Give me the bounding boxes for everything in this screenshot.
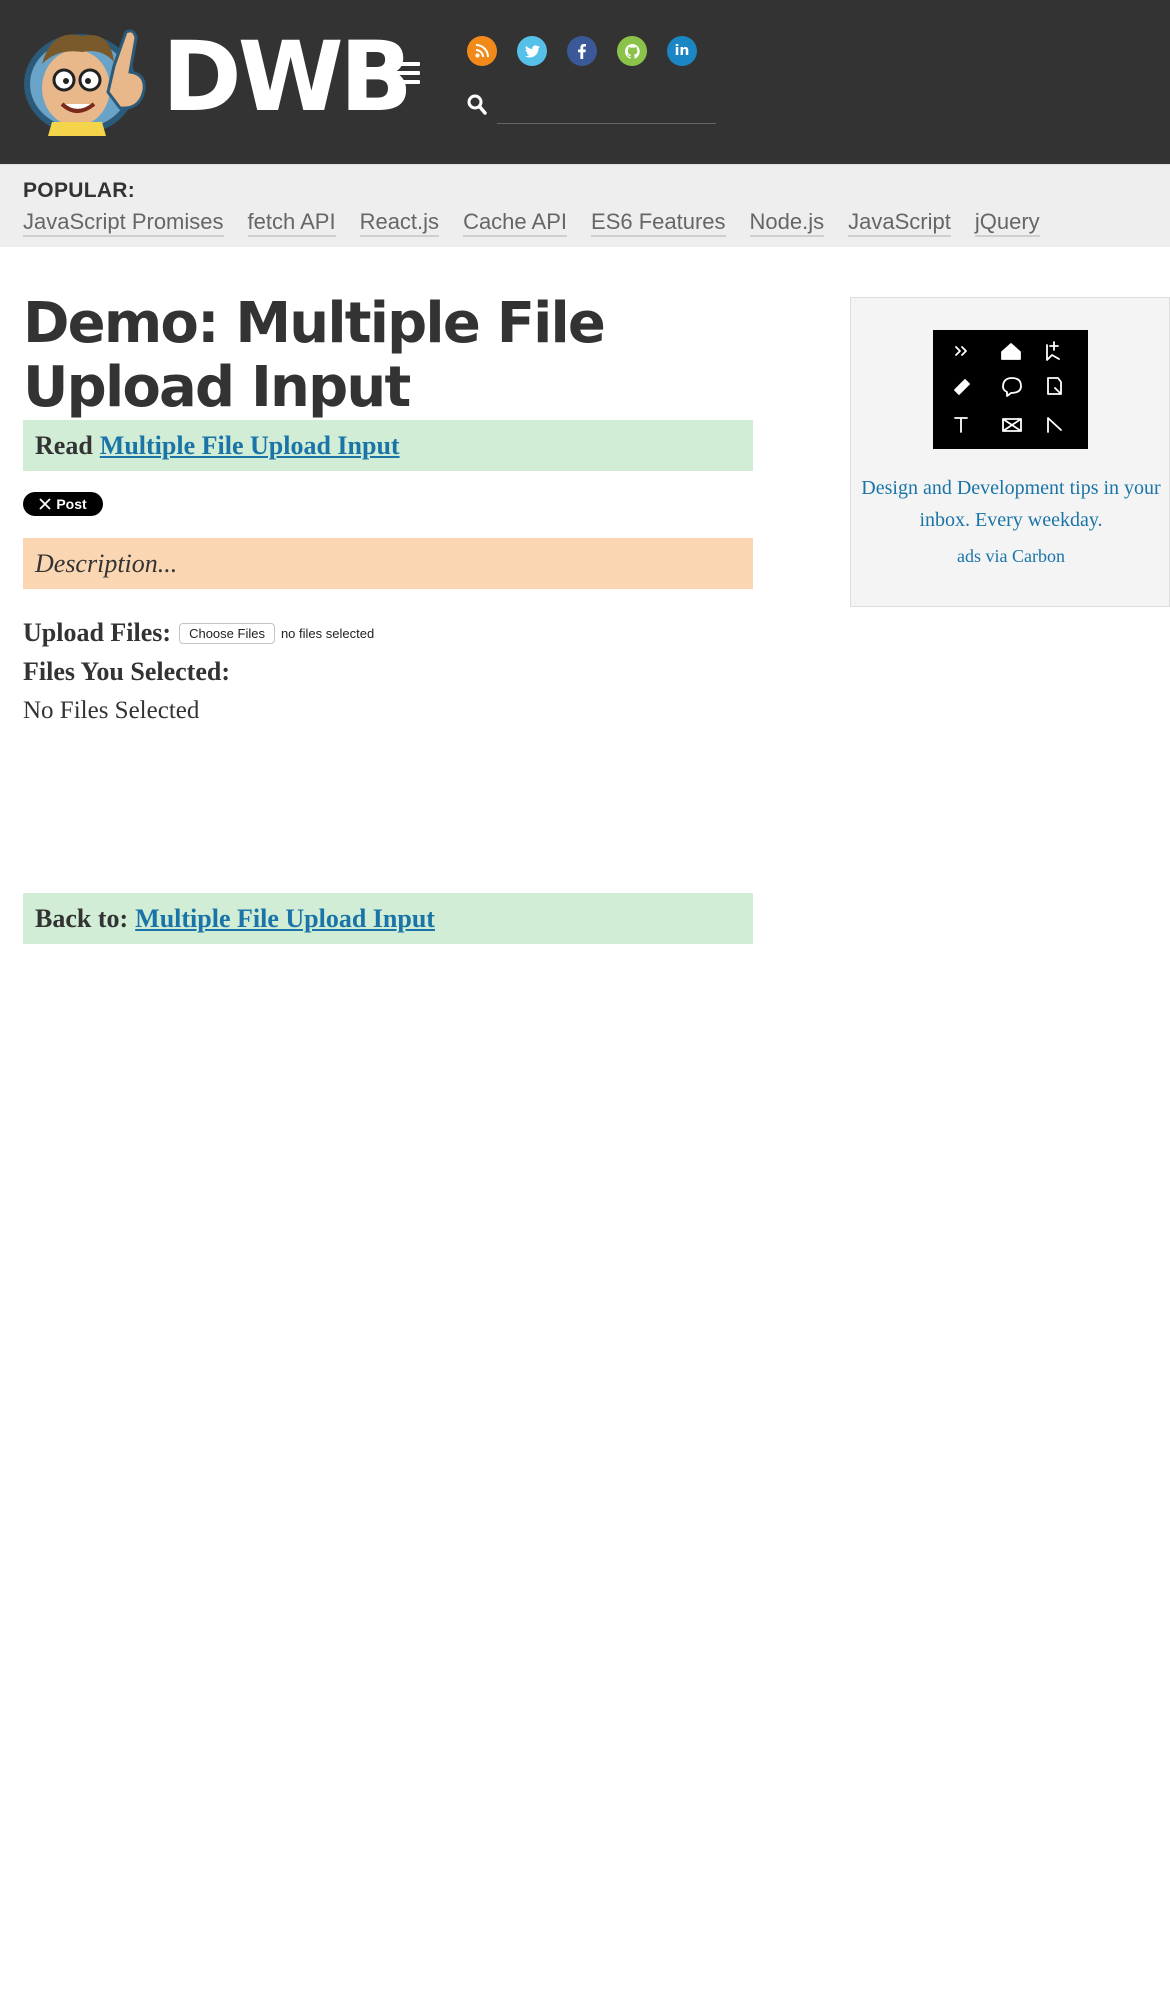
github-icon[interactable]: [617, 36, 647, 66]
popular-link-es6-features[interactable]: ES6 Features: [591, 209, 726, 238]
popular-link-fetch-api[interactable]: fetch API: [247, 209, 336, 238]
site-logo-text[interactable]: DWB: [162, 22, 413, 132]
popular-links: JavaScript Promises fetch API React.js C…: [23, 209, 1040, 238]
rss-icon[interactable]: [467, 36, 497, 66]
files-selected-label: Files You Selected:: [23, 657, 230, 686]
popular-bar: POPULAR: JavaScript Promises fetch API R…: [0, 164, 1170, 247]
description-box: Description...: [23, 538, 753, 589]
x-post-label: Post: [56, 496, 87, 512]
x-post-button[interactable]: Post: [23, 492, 103, 516]
read-prefix: Read: [35, 430, 93, 460]
upload-row: Upload Files: Choose Files no files sele…: [23, 618, 374, 648]
read-article-box: Read Multiple File Upload Input: [23, 420, 753, 471]
popular-link-node[interactable]: Node.js: [749, 209, 825, 238]
popular-link-react[interactable]: React.js: [359, 209, 440, 238]
facebook-icon[interactable]: [567, 36, 597, 66]
popular-label: POPULAR:: [23, 179, 136, 202]
upload-files-label: Upload Files:: [23, 618, 172, 647]
choose-files-button[interactable]: Choose Files: [179, 622, 275, 644]
hamburger-menu-icon[interactable]: [394, 62, 420, 88]
search-icon[interactable]: [467, 94, 487, 116]
search-input[interactable]: [497, 86, 716, 124]
mascot-logo-icon[interactable]: [22, 26, 162, 136]
page-title: Demo: Multiple File Upload Input: [23, 291, 606, 420]
back-to-article-box: Back to: Multiple File Upload Input: [23, 893, 753, 944]
popular-link-javascript-promises[interactable]: JavaScript Promises: [23, 209, 224, 238]
popular-link-cache-api[interactable]: Cache API: [463, 209, 568, 238]
description-text: Description...: [35, 548, 178, 578]
ads-via-carbon-link[interactable]: ads via Carbon: [861, 546, 1161, 567]
site-header: DWB in: [0, 0, 1170, 164]
twitter-icon[interactable]: [517, 36, 547, 66]
ad-text[interactable]: Design and Development tips in your inbo…: [861, 472, 1161, 536]
no-files-selected-text: no files selected: [280, 625, 375, 641]
files-selected-value: No Files Selected: [23, 697, 200, 724]
ad-image[interactable]: [933, 330, 1088, 449]
read-article-link[interactable]: Multiple File Upload Input: [100, 431, 400, 461]
back-to-article-link[interactable]: Multiple File Upload Input: [135, 904, 435, 934]
back-prefix: Back to:: [35, 903, 129, 933]
popular-link-jquery[interactable]: jQuery: [974, 209, 1040, 238]
linkedin-icon[interactable]: in: [667, 36, 697, 66]
popular-link-javascript[interactable]: JavaScript: [848, 209, 951, 238]
carbon-ad: Design and Development tips in your inbo…: [850, 297, 1170, 607]
x-logo-icon: [39, 498, 51, 510]
